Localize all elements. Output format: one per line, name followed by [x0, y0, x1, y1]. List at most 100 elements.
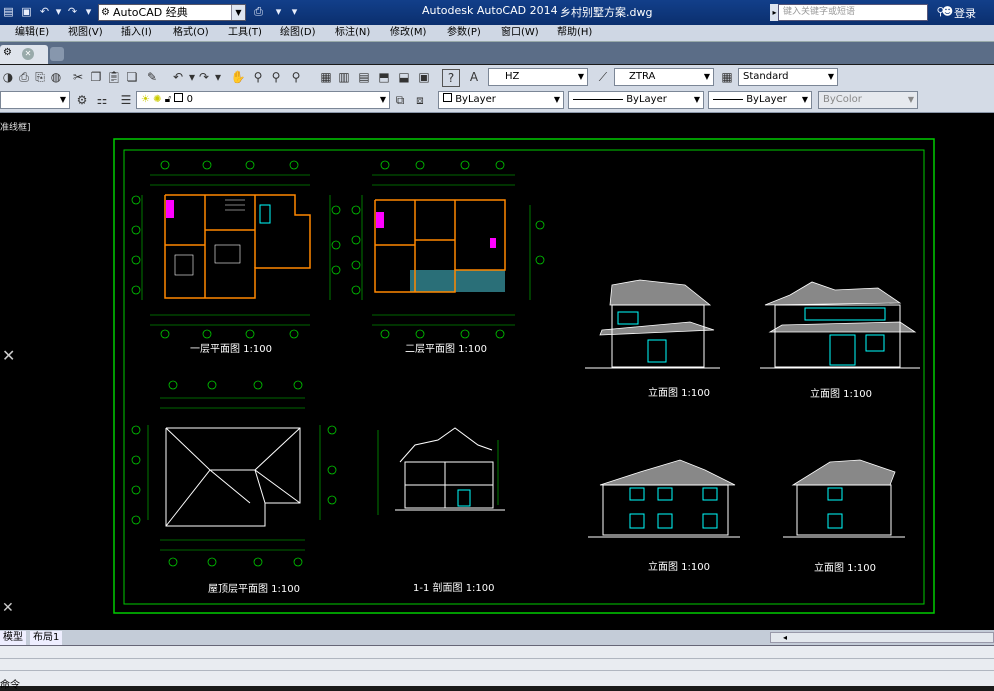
menu-dimension[interactable]: 标注(N) — [335, 26, 370, 40]
copy-base-icon[interactable]: ❏ — [124, 69, 140, 85]
workspace-label: AutoCAD 经典 — [113, 6, 188, 19]
undo-icon[interactable]: ↶ — [38, 5, 51, 18]
layer-properties-icon[interactable]: ⚏ — [94, 92, 110, 108]
plot-icon[interactable]: ⎙ — [16, 69, 32, 85]
make-current-icon[interactable]: ⧉ — [392, 92, 408, 108]
dim-style-select[interactable]: ZTRA ▼ — [614, 68, 714, 86]
menu-parameter[interactable]: 参数(P) — [447, 26, 481, 40]
properties-icon[interactable]: ▦ — [318, 69, 334, 85]
ucs-close-icon[interactable]: ✕ — [2, 346, 15, 365]
chevron-down-icon: ▼ — [827, 72, 835, 81]
drawing-canvas[interactable]: 一层平面图 1:100 二层平面图 1:100 屋顶层平面图 1:100 1-1… — [0, 113, 994, 630]
linetype-value: ByLayer — [626, 94, 667, 105]
text-style-select[interactable]: HZ ▼ — [488, 68, 588, 86]
help-icon[interactable]: ? — [442, 69, 460, 87]
ground-floor-plan: 一层平面图 1:100 — [131, 160, 341, 355]
sheet-set-icon[interactable]: ⬒ — [376, 69, 392, 85]
plotstyle-select[interactable]: ByColor ▼ — [818, 91, 918, 109]
lineweight-value: ByLayer — [746, 94, 787, 105]
command-history-row — [0, 658, 994, 659]
command-close-icon[interactable]: ✕ — [2, 600, 14, 616]
lineweight-preview — [713, 98, 743, 100]
zoom-previous-icon[interactable]: ⚲ — [288, 69, 304, 85]
new-tab-button[interactable] — [50, 47, 64, 61]
color-select[interactable]: ByLayer ▼ — [438, 91, 564, 109]
chevron-down-icon: ▼ — [577, 72, 585, 81]
elevation-d: 立面图 1:100 — [783, 459, 905, 574]
design-center-icon[interactable]: ▥ — [336, 69, 352, 85]
table-style-icon: ▦ — [721, 70, 733, 84]
lightbulb-icon: ☀ — [141, 94, 150, 105]
document-title: 乡村别墅方案.dwg — [560, 6, 653, 19]
undo-dropdown-icon[interactable]: ▾ — [52, 5, 65, 18]
publish-icon[interactable]: ◍ — [48, 69, 64, 85]
redo-icon[interactable]: ↷ — [66, 5, 79, 18]
color-value: ByLayer — [455, 94, 496, 105]
zoom-realtime-icon[interactable]: ⚲ — [250, 69, 266, 85]
menu-view[interactable]: 视图(V) — [68, 26, 103, 40]
linetype-preview — [573, 98, 623, 100]
menu-window[interactable]: 窗口(W) — [501, 26, 539, 40]
plot-preview-icon[interactable]: ⎘ — [32, 69, 48, 85]
viewport-label[interactable]: 准线框] — [0, 120, 31, 133]
settings-icon[interactable]: ⚙ — [74, 92, 90, 108]
customize-qat-icon[interactable]: ▾ — [288, 5, 301, 18]
paste-icon[interactable]: 📋︎ — [106, 69, 122, 85]
menu-draw[interactable]: 绘图(D) — [280, 26, 316, 40]
layer-value: 0 — [186, 94, 193, 105]
redo-dropdown-icon[interactable]: ▾ — [82, 5, 95, 18]
roof-plan: 屋顶层平面图 1:100 — [131, 380, 337, 595]
command-line[interactable] — [0, 645, 994, 686]
workspace-layer-select[interactable]: ▼ — [0, 91, 70, 109]
menu-edit[interactable]: 编辑(E) — [15, 26, 49, 40]
login-link[interactable]: 登录 — [954, 5, 976, 21]
cut-icon[interactable]: ✂ — [70, 69, 86, 85]
match-prop-icon[interactable]: ✎ — [144, 69, 160, 85]
open-icon[interactable]: ◑ — [0, 69, 16, 85]
close-icon[interactable]: ✕ — [22, 48, 34, 60]
pan-icon[interactable]: ✋ — [230, 69, 246, 85]
color-swatch — [174, 93, 184, 102]
menu-tools[interactable]: 工具(T) — [228, 26, 262, 40]
menu-insert[interactable]: 插入(I) — [121, 26, 152, 40]
chevron-down-icon: ▼ — [907, 95, 915, 104]
workspace-select[interactable]: ⚙ AutoCAD 经典 ▼ — [98, 4, 246, 21]
save-as-icon[interactable]: ▣ — [20, 5, 33, 18]
layer-previous-icon[interactable]: ⧈ — [412, 92, 428, 108]
zoom-window-icon[interactable]: ⚲ — [268, 69, 284, 85]
linetype-select[interactable]: ByLayer ▼ — [568, 91, 704, 109]
tab-layout1[interactable]: 布局1 — [30, 631, 63, 645]
second-floor-plan: 二层平面图 1:100 — [351, 160, 545, 355]
lineweight-select[interactable]: ByLayer ▼ — [708, 91, 812, 109]
dim-style-value: ZTRA — [629, 71, 656, 82]
redo-dropdown-icon[interactable]: ▾ — [210, 69, 226, 85]
tab-model[interactable]: 模型 — [0, 631, 26, 645]
copy-icon[interactable]: ❐ — [88, 69, 104, 85]
text-style-icon: A — [469, 70, 479, 84]
table-style-select[interactable]: Standard ▼ — [738, 68, 838, 86]
save-icon[interactable]: ▤ — [2, 5, 15, 18]
elev-d-title: 立面图 1:100 — [814, 561, 876, 574]
section-1-1: 1-1 剖面图 1:100 — [377, 427, 505, 594]
markup-icon[interactable]: ⬓ — [396, 69, 412, 85]
horizontal-scrollbar[interactable]: ◂ — [770, 632, 994, 643]
layer-select[interactable]: ☀ ✺ 🔓︎ 0 ▼ — [136, 91, 390, 109]
text-style-value: HZ — [505, 71, 520, 82]
help-search-input[interactable]: 键入关键字或短语 — [778, 4, 928, 21]
file-tab[interactable]: ⚙ ✕ — [0, 45, 48, 64]
menu-help[interactable]: 帮助(H) — [557, 26, 592, 40]
drawing-icon: ⚙ — [3, 47, 12, 58]
calculator-icon[interactable]: ▣ — [416, 69, 432, 85]
menu-modify[interactable]: 修改(M) — [390, 26, 426, 40]
elev-c-title: 立面图 1:100 — [648, 560, 710, 573]
menu-format[interactable]: 格式(O) — [173, 26, 209, 40]
plot-icon[interactable]: ⎙ — [252, 5, 265, 18]
roof-title: 屋顶层平面图 1:100 — [208, 583, 300, 595]
plot-dropdown-icon[interactable]: ▾ — [272, 5, 285, 18]
section-title: 1-1 剖面图 1:100 — [413, 581, 495, 594]
drawing-svg: 一层平面图 1:100 二层平面图 1:100 屋顶层平面图 1:100 1-1… — [113, 138, 935, 614]
layer-manager-icon[interactable]: ☰ — [118, 92, 134, 108]
elev-a-title: 立面图 1:100 — [648, 386, 710, 399]
sun-icon: ✺ — [153, 94, 162, 105]
tool-palettes-icon[interactable]: ▤ — [356, 69, 372, 85]
